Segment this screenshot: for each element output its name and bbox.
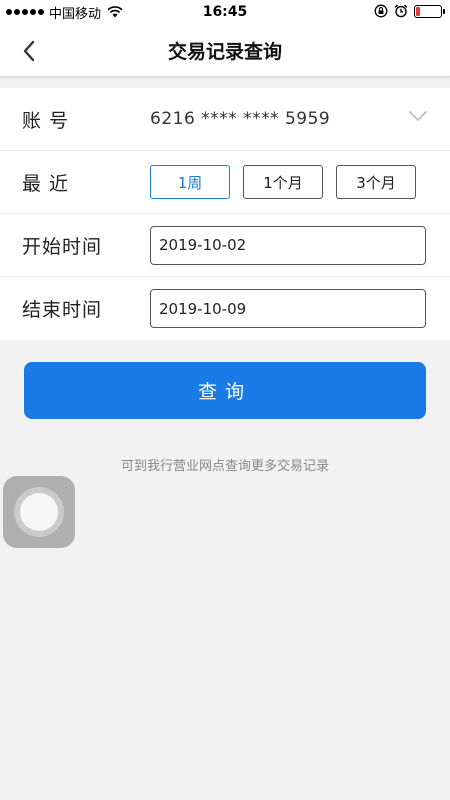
period-1-week-button[interactable]: 1周 <box>150 165 230 199</box>
hint-text: 可到我行营业网点查询更多交易记录 <box>120 459 329 474</box>
navigation-bar: 交易记录查询 <box>0 24 450 77</box>
rotation-lock-icon <box>374 4 388 18</box>
end-date-row: 结束时间 <box>0 277 450 340</box>
status-bar: 中国移动 16:45 <box>0 0 450 24</box>
start-date-row: 开始时间 <box>0 214 450 277</box>
back-button[interactable] <box>12 34 46 68</box>
alarm-icon <box>394 4 408 18</box>
end-date-input[interactable] <box>150 289 426 328</box>
carrier-name: 中国移动 <box>49 6 102 22</box>
start-date-input[interactable] <box>150 225 426 265</box>
start-date-label: 开始时间 <box>22 235 103 258</box>
recent-period-row: 最 近 1周 1个月 3个月 <box>0 151 450 214</box>
end-date-label: 结束时间 <box>22 299 103 321</box>
wifi-icon <box>107 6 123 18</box>
recent-label: 最 近 <box>22 172 70 195</box>
signal-strength-icon <box>6 9 44 15</box>
chevron-down-icon[interactable] <box>408 110 428 122</box>
assistive-touch-icon <box>14 487 64 537</box>
period-3-months-button[interactable]: 3个月 <box>336 165 416 199</box>
account-value: 6216 **** **** 5959 <box>150 109 331 129</box>
chevron-left-icon <box>23 40 35 62</box>
period-selector: 1周 1个月 3个月 <box>150 165 416 199</box>
period-1-month-button[interactable]: 1个月 <box>243 165 323 199</box>
query-form: 账 号 6216 **** **** 5959 最 近 1周 1个月 3个月 开… <box>0 88 450 340</box>
account-label: 账 号 <box>22 109 70 132</box>
account-row[interactable]: 账 号 6216 **** **** 5959 <box>0 88 450 151</box>
assistive-touch-button[interactable] <box>3 476 75 548</box>
battery-icon <box>414 4 445 18</box>
page-title: 交易记录查询 <box>167 40 282 63</box>
query-button[interactable]: 查询 <box>24 362 426 419</box>
